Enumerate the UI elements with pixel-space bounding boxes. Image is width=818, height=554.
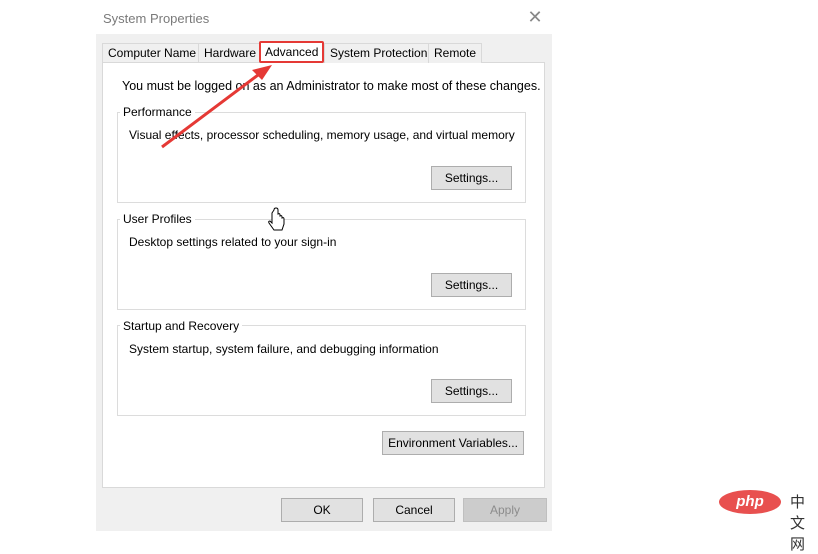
php-logo: php [719,490,781,514]
annotation-arrow [161,65,285,231]
hand-cursor-icon [268,207,285,231]
arrow-shaft [161,70,263,149]
watermark-text: 中文网 [790,494,806,553]
